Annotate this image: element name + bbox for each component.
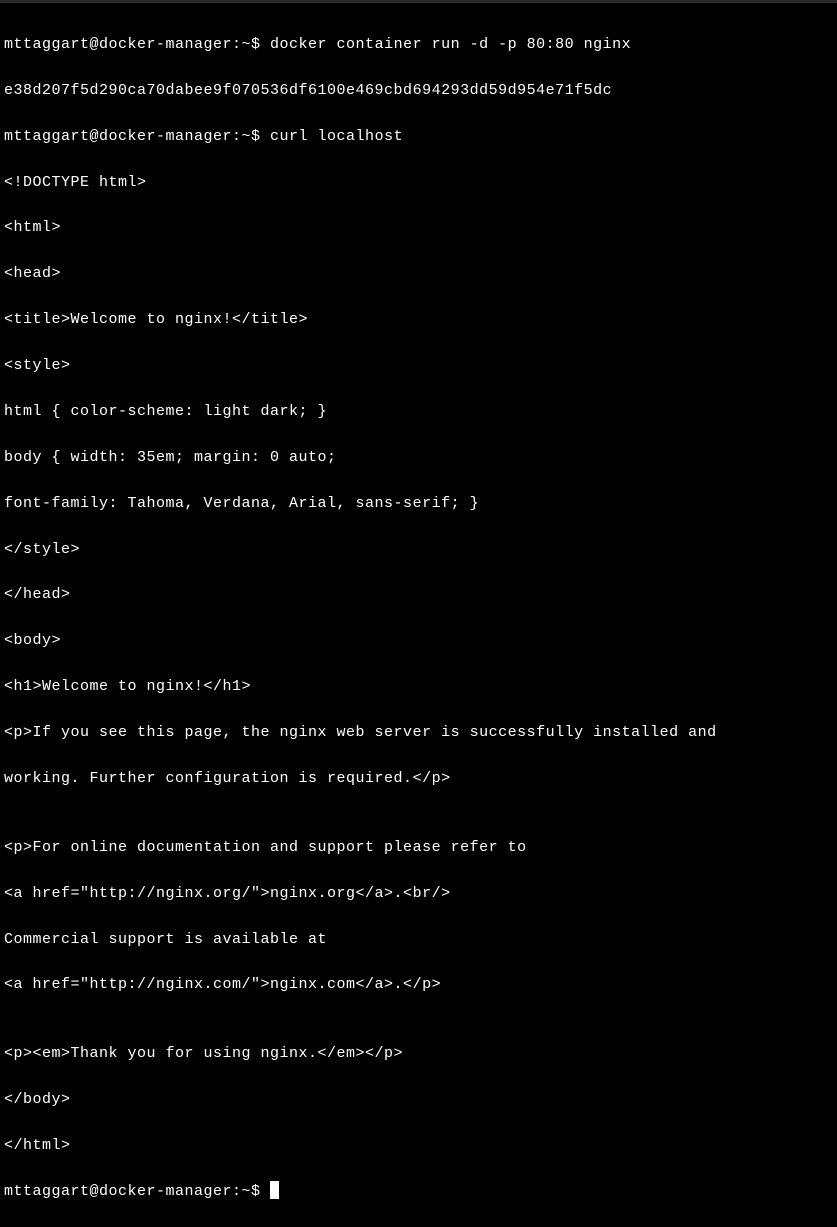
command-text: docker container run -d -p 80:80 nginx bbox=[270, 36, 631, 53]
output-line: <p><em>Thank you for using nginx.</em></… bbox=[4, 1043, 833, 1066]
output-line: Commercial support is available at bbox=[4, 929, 833, 952]
output-line: <title>Welcome to nginx!</title> bbox=[4, 309, 833, 332]
output-line: <html> bbox=[4, 217, 833, 240]
output-line: <body> bbox=[4, 630, 833, 653]
output-line: </head> bbox=[4, 584, 833, 607]
output-line: font-family: Tahoma, Verdana, Arial, san… bbox=[4, 493, 833, 516]
terminal-viewport[interactable]: mttaggart@docker-manager:~$ docker conta… bbox=[0, 3, 837, 1227]
output-line: <p>If you see this page, the nginx web s… bbox=[4, 722, 833, 745]
output-container-id: e38d207f5d290ca70dabee9f070536df6100e469… bbox=[4, 80, 833, 103]
output-line: </body> bbox=[4, 1089, 833, 1112]
output-line: <a href="http://nginx.com/">nginx.com</a… bbox=[4, 974, 833, 997]
output-line: <!DOCTYPE html> bbox=[4, 172, 833, 195]
output-line: </style> bbox=[4, 539, 833, 562]
output-line: <p>For online documentation and support … bbox=[4, 837, 833, 860]
command-text: curl localhost bbox=[270, 128, 403, 145]
output-line: <h1>Welcome to nginx!</h1> bbox=[4, 676, 833, 699]
cursor bbox=[270, 1181, 279, 1199]
command-line-1: mttaggart@docker-manager:~$ docker conta… bbox=[4, 34, 833, 57]
shell-prompt: mttaggart@docker-manager:~$ bbox=[4, 1183, 270, 1200]
output-line: <a href="http://nginx.org/">nginx.org</a… bbox=[4, 883, 833, 906]
shell-prompt: mttaggart@docker-manager:~$ bbox=[4, 36, 270, 53]
command-line-2: mttaggart@docker-manager:~$ curl localho… bbox=[4, 126, 833, 149]
output-line: html { color-scheme: light dark; } bbox=[4, 401, 833, 424]
shell-prompt: mttaggart@docker-manager:~$ bbox=[4, 128, 270, 145]
output-line: body { width: 35em; margin: 0 auto; bbox=[4, 447, 833, 470]
output-line: working. Further configuration is requir… bbox=[4, 768, 833, 791]
output-line: </html> bbox=[4, 1135, 833, 1158]
output-line: <style> bbox=[4, 355, 833, 378]
command-line-3[interactable]: mttaggart@docker-manager:~$ bbox=[4, 1181, 833, 1204]
output-line: <head> bbox=[4, 263, 833, 286]
